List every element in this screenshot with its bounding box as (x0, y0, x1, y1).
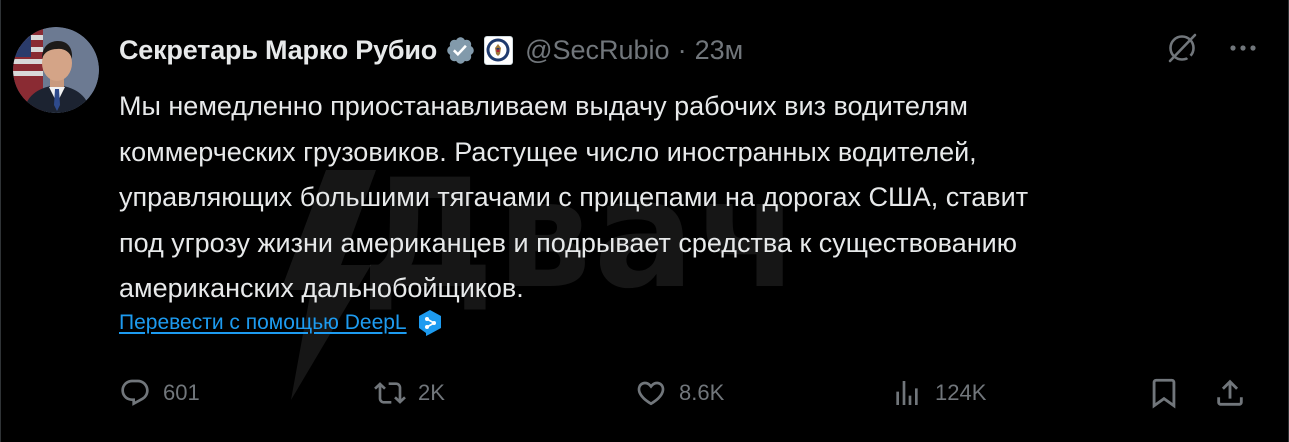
translate-link[interactable]: Перевести с помощью DeepL (119, 311, 407, 335)
grok-icon[interactable] (1164, 30, 1200, 66)
like-count: 8.6K (679, 380, 725, 405)
deepl-icon[interactable] (417, 309, 443, 337)
tweet-text: Мы немедленно приостанавливаем выдачу ра… (119, 84, 1229, 312)
display-name[interactable]: Секретарь Марко Рубио (119, 35, 437, 66)
reply-count: 601 (163, 380, 200, 405)
tweet-header: Секретарь Марко Рубио @SecRubio · 23м (119, 30, 743, 70)
action-bar: 601 2K 8.6K 124K (119, 370, 1251, 416)
reply-icon (121, 379, 149, 406)
tweet-text-line: управляющих большими тягачами с прицепам… (119, 182, 1029, 212)
more-horizontal-icon[interactable] (1226, 31, 1260, 65)
tweet-card[interactable]: Двач Секретарь Марко Рубио @SecRubio · 2… (0, 0, 1289, 442)
separator-dot: · (677, 34, 687, 65)
share-button[interactable] (1213, 370, 1247, 416)
repost-button[interactable]: 2K (374, 370, 445, 416)
translate-row: Перевести с помощью DeepL (119, 309, 443, 337)
verified-checkmark-icon[interactable] (445, 35, 476, 66)
timestamp[interactable]: 23м (695, 35, 744, 66)
tweet-text-line: под угрозу жизни американцев и подрывает… (119, 227, 1017, 258)
handle[interactable]: @SecRubio (525, 35, 669, 66)
tweet-text-line: коммерческих грузовиков. Растущее число … (119, 136, 977, 167)
repost-count: 2K (418, 380, 445, 405)
tweet-text-line: американских дальнобойщиков. (119, 273, 524, 303)
views-button[interactable]: 124K (891, 370, 986, 416)
state-department-seal-icon[interactable] (484, 35, 514, 65)
bookmark-button[interactable] (1147, 370, 1181, 416)
share-icon (1217, 379, 1243, 406)
repost-icon (374, 382, 406, 404)
analytics-icon (896, 381, 918, 405)
bookmark-icon (1152, 378, 1176, 409)
heart-icon (637, 381, 665, 406)
tweet-text-line: Мы немедленно приостанавливаем выдачу ра… (119, 91, 968, 121)
reply-button[interactable]: 601 (119, 370, 200, 416)
avatar[interactable] (13, 27, 99, 113)
views-count: 124K (935, 380, 987, 405)
top-actions (1164, 30, 1260, 66)
like-button[interactable]: 8.6K (635, 370, 724, 416)
